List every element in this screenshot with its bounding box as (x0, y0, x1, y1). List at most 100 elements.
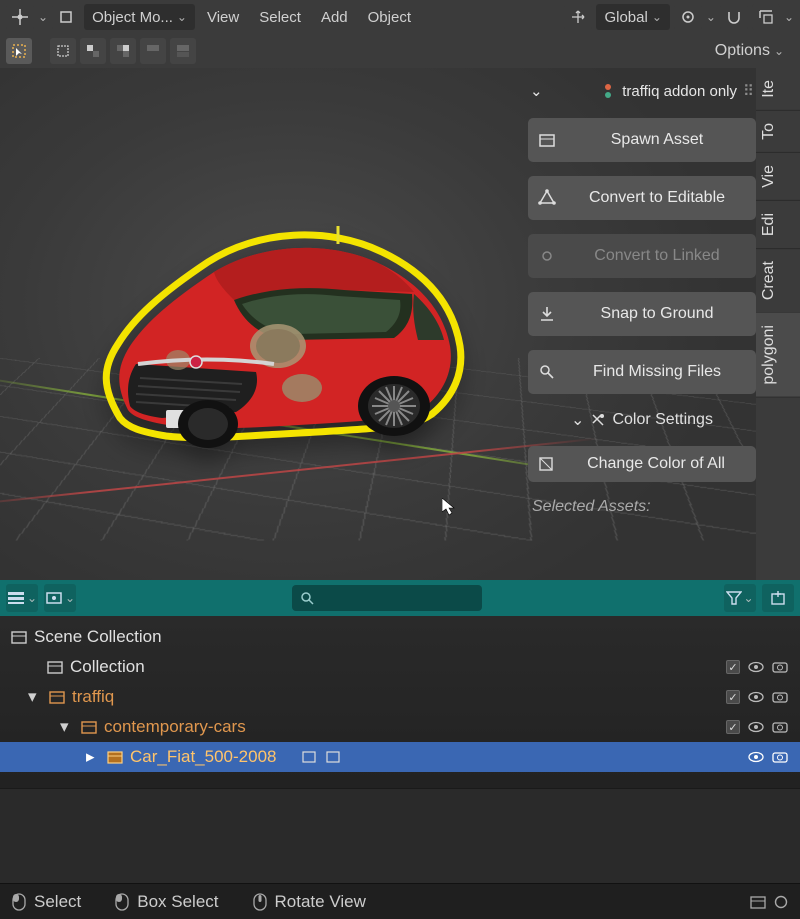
mode-btn-2[interactable] (80, 38, 106, 64)
traffiq-icon (600, 83, 616, 99)
eye-icon[interactable] (748, 751, 764, 763)
chevron-down-icon: ⌄ (774, 44, 784, 58)
outliner-tree: Scene Collection Collection ✓ ▾ traffiq … (0, 616, 800, 788)
side-panel: ⌄ traffiq addon only ⠿ Spawn Asset Conve… (528, 78, 756, 518)
convert-editable-label: Convert to Editable (568, 189, 746, 207)
spawn-asset-button[interactable]: Spawn Asset (528, 118, 756, 162)
convert-editable-button[interactable]: Convert to Editable (528, 176, 756, 220)
change-color-button[interactable]: Change Color of All (528, 446, 756, 482)
menu-object[interactable]: Object (360, 6, 419, 29)
find-missing-button[interactable]: Find Missing Files (528, 350, 756, 394)
tree-row[interactable]: ▾ traffiq ✓ (0, 682, 800, 712)
change-color-label: Change Color of All (566, 455, 746, 473)
orientation-dropdown[interactable]: Global ⌄ (596, 4, 669, 30)
mode-dropdown[interactable]: Object Mo... ⌄ (84, 4, 195, 30)
dropdown-chevron-icon[interactable]: ⌄ (38, 10, 48, 24)
pivot-icon[interactable] (6, 4, 34, 30)
panel-title: traffiq addon only (622, 83, 737, 100)
scene-label: Scene Collection (34, 627, 162, 647)
convert-icon (538, 189, 556, 207)
eye-icon[interactable] (748, 691, 764, 703)
collection-icon (750, 895, 766, 909)
tree-row[interactable]: ▾ contemporary-cars ✓ (0, 712, 800, 742)
menu-view[interactable]: View (199, 6, 247, 29)
eye-icon[interactable] (748, 721, 764, 733)
collapse-icon[interactable]: ⌄ (530, 82, 543, 100)
disclosure-triangle-icon[interactable]: ▸ (86, 747, 100, 767)
snap-ground-button[interactable]: Snap to Ground (528, 292, 756, 336)
outliner: ⌄ ⌄ ⌄ Scene Collection Collection ✓ (0, 580, 800, 788)
view-layer-icon[interactable]: ⌄ (44, 584, 76, 612)
mouse-left-icon (115, 893, 129, 911)
collection-icon (46, 658, 64, 676)
object-mode-icon[interactable] (52, 4, 80, 30)
eye-icon[interactable] (748, 661, 764, 673)
status-select-label: Select (34, 892, 81, 912)
selected-assets-label: Selected Assets: (528, 496, 756, 518)
display-mode-dropdown[interactable]: ⌄ (6, 584, 38, 612)
download-icon (538, 305, 556, 323)
options-dropdown[interactable]: Options ⌄ (705, 38, 794, 64)
filter-icon[interactable]: ⌄ (724, 584, 756, 612)
search-icon (300, 591, 314, 605)
transform-orientation-icon[interactable] (564, 4, 592, 30)
status-select: Select (12, 892, 81, 912)
snap-icon[interactable] (720, 4, 748, 30)
tab-create[interactable]: Creat (756, 249, 800, 313)
orientation-label: Global (604, 9, 647, 26)
outliner-search[interactable] (292, 585, 482, 611)
snap-target-icon[interactable] (752, 4, 780, 30)
spawn-label: Spawn Asset (568, 131, 746, 149)
mode-btn-4[interactable] (140, 38, 166, 64)
tab-edit[interactable]: Edi (756, 201, 800, 249)
tab-polygoniq[interactable]: polygoni (756, 313, 800, 398)
viewport-area: ⌄ traffiq addon only ⠿ Spawn Asset Conve… (0, 68, 800, 580)
tab-tool[interactable]: To (756, 111, 800, 153)
select-tool[interactable] (6, 38, 32, 64)
pivot-point-icon[interactable] (674, 4, 702, 30)
paint-icon (590, 412, 606, 428)
palette-icon (538, 456, 554, 472)
chevron-down-icon[interactable]: ⌄ (784, 10, 794, 24)
disclosure-triangle-icon[interactable]: ▾ (28, 687, 42, 707)
search-input[interactable] (320, 590, 474, 606)
tree-row-selected[interactable]: ▸ Car_Fiat_500-2008 (0, 742, 800, 772)
menu-select[interactable]: Select (251, 6, 309, 29)
exclude-checkbox[interactable]: ✓ (726, 690, 740, 704)
item-label: contemporary-cars (104, 717, 246, 737)
chevron-down-icon[interactable]: ⌄ (706, 10, 716, 24)
camera-icon[interactable] (772, 691, 788, 703)
viewport-3d[interactable]: ⌄ traffiq addon only ⠿ Spawn Asset Conve… (0, 68, 800, 580)
tab-view[interactable]: Vie (756, 153, 800, 201)
exclude-checkbox[interactable]: ✓ (726, 720, 740, 734)
car-object-selected[interactable] (82, 218, 482, 478)
color-settings-header[interactable]: ⌄ Color Settings (528, 408, 756, 432)
mode-btn-1[interactable] (50, 38, 76, 64)
camera-icon[interactable] (772, 721, 788, 733)
side-tabs: Ite To Vie Edi Creat polygoni (756, 68, 800, 580)
status-rotate-label: Rotate View (275, 892, 366, 912)
disclosure-triangle-icon[interactable]: ▾ (60, 717, 74, 737)
color-settings-label: Color Settings (612, 411, 713, 429)
tree-row-scene[interactable]: Scene Collection (0, 622, 800, 652)
camera-icon[interactable] (772, 751, 788, 763)
toolbar-secondary: Options ⌄ (0, 34, 800, 68)
convert-linked-button: Convert to Linked (528, 234, 756, 278)
mode-btn-5[interactable] (170, 38, 196, 64)
menu-add[interactable]: Add (313, 6, 356, 29)
circle-icon (774, 895, 788, 909)
link-icon (538, 247, 556, 265)
new-collection-icon[interactable] (762, 584, 794, 612)
properties-area[interactable] (0, 788, 800, 883)
mouse-middle-icon (253, 893, 267, 911)
item-label: Collection (70, 657, 145, 677)
object-icon (106, 748, 124, 766)
panel-header[interactable]: ⌄ traffiq addon only ⠿ (528, 78, 756, 104)
tree-row[interactable]: Collection ✓ (0, 652, 800, 682)
grip-icon[interactable]: ⠿ (743, 82, 754, 100)
mode-btn-3[interactable] (110, 38, 136, 64)
tab-item[interactable]: Ite (756, 68, 800, 111)
box-icon (538, 131, 556, 149)
exclude-checkbox[interactable]: ✓ (726, 660, 740, 674)
camera-icon[interactable] (772, 661, 788, 673)
